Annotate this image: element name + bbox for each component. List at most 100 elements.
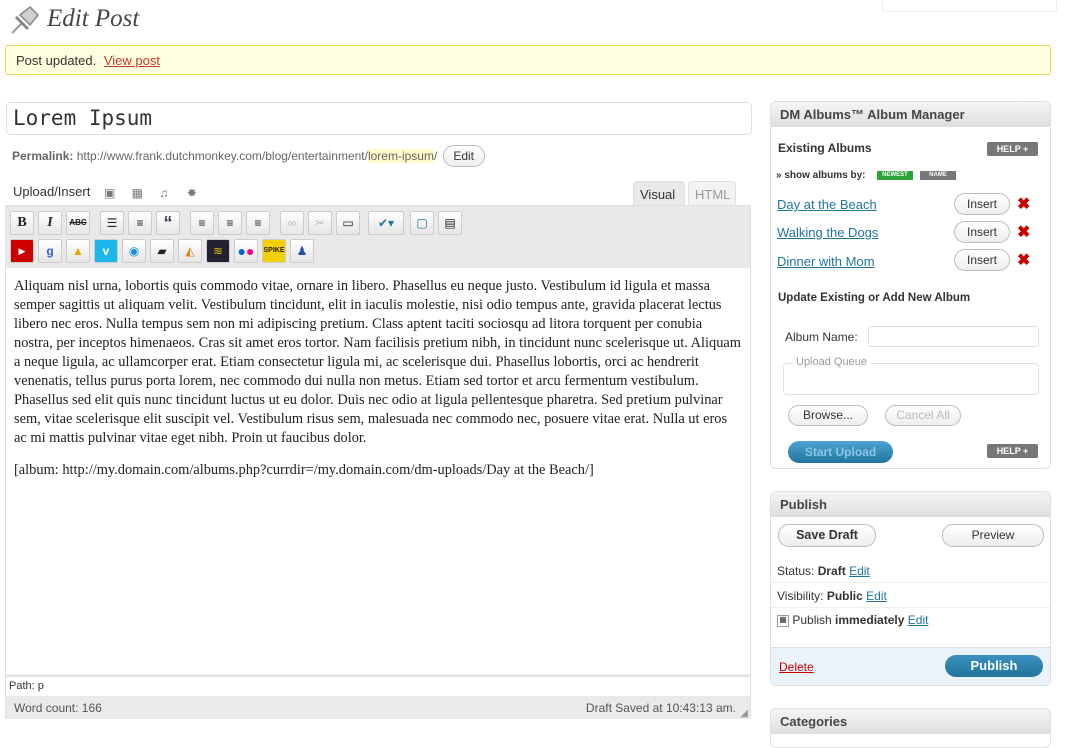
upload-queue-label: Upload Queue xyxy=(793,356,870,368)
tab-html[interactable]: HTML xyxy=(688,181,736,207)
cone-icon[interactable]: ▲ xyxy=(66,239,90,263)
publish-date-row: ▦ Publish immediately Edit xyxy=(777,613,928,627)
flickr-icon[interactable]: ●● xyxy=(234,239,258,263)
google-video-icon[interactable]: g xyxy=(38,239,62,263)
album-insert-button[interactable]: Insert xyxy=(954,249,1010,271)
album-manager-panel: DM Albums™ Album Manager Existing Albums… xyxy=(770,101,1051,469)
screen-options-tab[interactable] xyxy=(882,0,1057,12)
vimeo-icon[interactable]: v xyxy=(94,239,118,263)
status-label: Status: xyxy=(777,564,815,578)
permalink-tail: / xyxy=(433,149,438,163)
permalink-label: Permalink: xyxy=(12,149,74,163)
album-link[interactable]: Dinner with Mom xyxy=(777,254,875,269)
spike-icon[interactable]: SPIKE xyxy=(262,239,286,263)
add-audio-icon[interactable]: ♫ xyxy=(159,187,173,199)
strikethrough-button[interactable]: ABC xyxy=(66,211,90,235)
edit-visibility-link[interactable]: Edit xyxy=(866,589,887,603)
save-draft-button[interactable]: Save Draft xyxy=(778,524,876,547)
resize-handle-icon[interactable]: ◢ xyxy=(740,708,748,719)
preview-button[interactable]: Preview xyxy=(942,524,1044,547)
album-name-input[interactable] xyxy=(868,326,1039,347)
italic-button[interactable]: I xyxy=(38,211,62,235)
album-shortcode: [album: http://my.domain.com/albums.php?… xyxy=(14,462,594,478)
publish-label: Publish xyxy=(792,613,832,627)
draft-saved-status: Draft Saved at 10:43:13 am. xyxy=(585,701,736,715)
start-upload-button[interactable]: Start Upload xyxy=(788,441,893,463)
insert-link-icon[interactable]: ∞ xyxy=(280,211,304,235)
categories-title[interactable]: Categories xyxy=(771,709,1050,734)
album-link[interactable]: Walking the Dogs xyxy=(777,225,878,240)
tab-visual[interactable]: Visual xyxy=(633,181,685,207)
editor-status-bar: Word count: 166 Draft Saved at 10:43:13 … xyxy=(6,697,750,719)
permalink-base: http://www.frank.dutchmonkey.com/blog/en… xyxy=(76,149,368,163)
numbered-list-icon[interactable]: ≡ xyxy=(128,211,152,235)
update-notice: Post updated. View post xyxy=(5,45,1051,75)
divider xyxy=(771,607,1050,608)
align-right-icon[interactable]: ≡ xyxy=(246,211,270,235)
bold-button[interactable]: B xyxy=(10,211,34,235)
sort-name-button[interactable]: NAME xyxy=(920,171,956,180)
unlink-icon[interactable]: ✂ xyxy=(308,211,332,235)
categories-panel: Categories xyxy=(770,708,1051,748)
play-circle-icon[interactable]: ◉ xyxy=(122,239,146,263)
publish-panel: Publish Save Draft Preview Status: Draft… xyxy=(770,491,1051,686)
spellcheck-icon[interactable]: ✔▾ xyxy=(368,211,404,235)
upload-insert-label: Upload/Insert xyxy=(13,184,91,199)
show-albums-by-label: » show albums by: xyxy=(776,170,866,181)
view-post-link[interactable]: View post xyxy=(104,53,160,68)
upload-insert-row: Upload/Insert ▣ ▦ ♫ ✸ xyxy=(13,184,201,199)
youtube-icon[interactable]: ▶ xyxy=(10,239,34,263)
editor-content-area[interactable]: Aliquam nisl urna, lobortis quis commodo… xyxy=(6,268,750,674)
post-title-input[interactable]: Lorem Ipsum xyxy=(6,102,752,135)
publish-actions-bar: Delete Publish xyxy=(771,647,1050,685)
cancel-all-button[interactable]: Cancel All xyxy=(885,405,961,426)
blockquote-icon[interactable]: “ xyxy=(156,211,180,235)
editor-paragraph: Aliquam nisl urna, lobortis quis commodo… xyxy=(14,278,741,446)
page-title: Edit Post xyxy=(47,5,140,32)
album-insert-button[interactable]: Insert xyxy=(954,221,1010,243)
publish-button[interactable]: Publish xyxy=(945,655,1043,677)
editor-toolbar-row1: B I ABC ☰ ≡ “ ≡ ≡ ≡ ∞ ✂ ▭ ✔▾ ▢ ▤ xyxy=(10,211,750,235)
visibility-row: Visibility: Public Edit xyxy=(777,589,887,603)
edit-status-link[interactable]: Edit xyxy=(849,564,870,578)
album-name-label: Album Name: xyxy=(785,330,858,344)
align-left-icon[interactable]: ≡ xyxy=(190,211,214,235)
kitchen-sink-icon[interactable]: ▤ xyxy=(438,211,462,235)
pushpin-icon xyxy=(11,5,40,34)
publish-value: immediately xyxy=(835,613,905,627)
sort-newest-button[interactable]: NEWEST xyxy=(877,171,913,180)
delete-album-icon[interactable]: ✖ xyxy=(1017,253,1030,269)
visibility-value: Public xyxy=(826,589,863,603)
delete-album-icon[interactable]: ✖ xyxy=(1017,197,1030,213)
edit-publish-date-link[interactable]: Edit xyxy=(908,613,929,627)
add-video-icon[interactable]: ▦ xyxy=(132,187,146,199)
delete-link[interactable]: Delete xyxy=(779,660,814,674)
video-camera-icon[interactable]: ▰ xyxy=(150,239,174,263)
fullscreen-icon[interactable]: ▢ xyxy=(410,211,434,235)
help-button[interactable]: HELP + xyxy=(987,444,1038,458)
album-manager-title[interactable]: DM Albums™ Album Manager xyxy=(771,102,1050,127)
rss-feed-icon[interactable]: ≋ xyxy=(206,239,230,263)
myspace-icon[interactable]: ♟ xyxy=(290,239,314,263)
calendar-icon: ▦ xyxy=(777,614,789,627)
publish-title[interactable]: Publish xyxy=(771,492,1050,517)
align-center-icon[interactable]: ≡ xyxy=(218,211,242,235)
delete-album-icon[interactable]: ✖ xyxy=(1017,225,1030,241)
permalink-slug[interactable]: lorem-ipsum xyxy=(367,149,434,163)
bullet-list-icon[interactable]: ☰ xyxy=(100,211,124,235)
add-image-icon[interactable]: ▣ xyxy=(104,187,118,199)
visibility-label: Visibility: xyxy=(777,589,824,603)
browse-button[interactable]: Browse... xyxy=(788,405,868,426)
edit-permalink-button[interactable]: Edit xyxy=(442,145,485,167)
insert-more-icon[interactable]: ▭ xyxy=(336,211,360,235)
existing-albums-label: Existing Albums xyxy=(778,141,872,155)
editor-toolbar-row2: ▶ g ▲ v ◉ ▰ ◭ ≋ ●● SPIKE ♟ xyxy=(10,239,750,263)
notice-text: Post updated. xyxy=(16,53,97,68)
album-link[interactable]: Day at the Beach xyxy=(777,197,877,212)
status-row: Status: Draft Edit xyxy=(777,564,870,578)
album-insert-button[interactable]: Insert xyxy=(954,193,1010,215)
help-button[interactable]: HELP + xyxy=(987,142,1038,156)
add-media-icon[interactable]: ✸ xyxy=(187,187,201,199)
editor-path-bar: Path: p xyxy=(6,676,750,696)
metacafe-icon[interactable]: ◭ xyxy=(178,239,202,263)
